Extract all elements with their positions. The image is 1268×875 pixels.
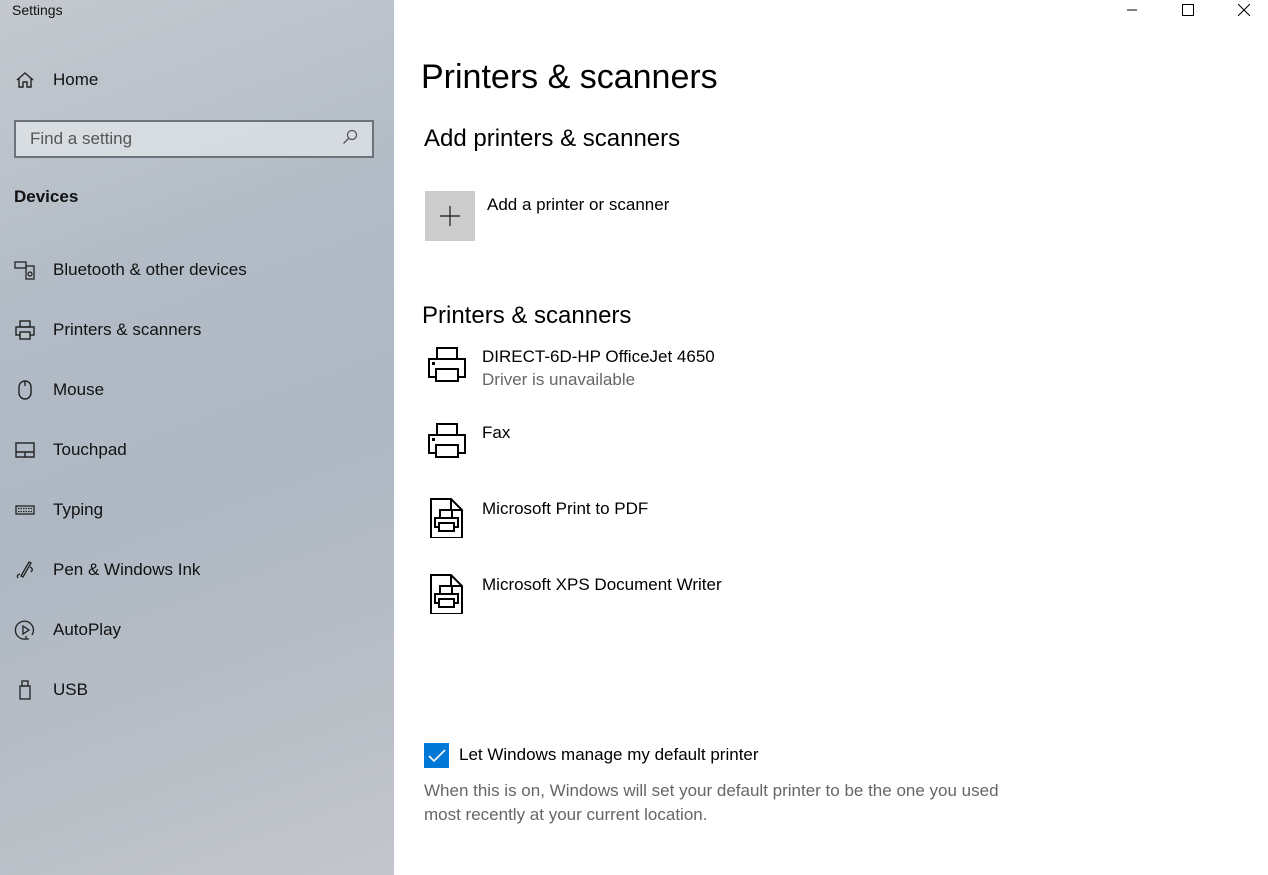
- add-printer-label[interactable]: Add a printer or scanner: [487, 195, 669, 215]
- sidebar-item-label: Touchpad: [53, 440, 127, 459]
- bluetooth-devices-icon: [14, 259, 36, 281]
- section-devices: Devices: [14, 187, 79, 206]
- search-input[interactable]: Find a setting: [14, 120, 374, 158]
- app-title: Settings: [12, 2, 63, 18]
- sidebar-item-pen[interactable]: Pen & Windows Ink: [14, 559, 200, 581]
- checkmark-icon: [427, 748, 446, 762]
- sidebar-item-label: Printers & scanners: [53, 320, 202, 339]
- sidebar-item-label: USB: [53, 680, 88, 699]
- close-button[interactable]: [1221, 0, 1267, 20]
- default-printer-description: When this is on, Windows will set your d…: [424, 781, 999, 824]
- device-item[interactable]: Fax: [425, 418, 510, 462]
- add-heading: Add printers & scanners: [424, 125, 681, 152]
- sidebar-item-printers[interactable]: Printers & scanners: [14, 319, 201, 341]
- printer-icon: [14, 319, 36, 341]
- sidebar-item-label: Bluetooth & other devices: [53, 260, 247, 279]
- device-name: Microsoft Print to PDF: [482, 499, 649, 518]
- usb-icon: [14, 679, 36, 701]
- sidebar-item-label: Typing: [53, 500, 104, 519]
- sidebar-item-typing[interactable]: Typing: [14, 499, 103, 521]
- device-status: Driver is unavailable: [482, 370, 636, 389]
- printer-icon: [425, 342, 469, 386]
- sidebar-item-label: Pen & Windows Ink: [53, 560, 201, 579]
- document-printer-icon: [425, 494, 469, 539]
- document-printer-icon: [425, 570, 469, 615]
- device-name: Fax: [482, 423, 511, 442]
- sidebar-item-mouse[interactable]: Mouse: [14, 379, 104, 401]
- sidebar-item-autoplay[interactable]: AutoPlay: [14, 619, 121, 641]
- add-printer-button[interactable]: [425, 191, 475, 241]
- device-item[interactable]: DIRECT-6D-HP OfficeJet 4650 Driver is una…: [425, 342, 715, 390]
- sidebar-item-usb[interactable]: USB: [14, 679, 88, 701]
- maximize-button[interactable]: [1165, 0, 1211, 20]
- device-name: DIRECT-6D-HP OfficeJet 4650: [482, 347, 715, 366]
- pen-icon: [14, 559, 36, 581]
- autoplay-icon: [14, 619, 36, 641]
- default-printer-checkbox[interactable]: [424, 743, 449, 768]
- nav-home[interactable]: Home: [14, 69, 98, 91]
- device-item[interactable]: Microsoft Print to PDF: [425, 494, 649, 539]
- search-icon: [342, 129, 358, 150]
- mouse-icon: [14, 379, 36, 401]
- sidebar-item-bluetooth[interactable]: Bluetooth & other devices: [14, 259, 247, 281]
- default-printer-label[interactable]: Let Windows manage my default printer: [459, 745, 759, 765]
- sidebar-item-touchpad[interactable]: Touchpad: [14, 439, 127, 461]
- search-placeholder: Find a setting: [30, 129, 133, 148]
- page-title: Printers & scanners: [421, 58, 718, 96]
- device-name: Microsoft XPS Document Writer: [482, 575, 722, 594]
- list-heading: Printers & scanners: [422, 302, 632, 329]
- sidebar-item-label: Mouse: [53, 380, 105, 399]
- home-icon: [14, 69, 36, 91]
- nav-home-label: Home: [53, 70, 99, 89]
- plus-icon: [440, 206, 460, 226]
- keyboard-icon: [14, 499, 36, 521]
- sidebar-item-label: AutoPlay: [53, 620, 122, 639]
- touchpad-icon: [14, 439, 36, 461]
- printer-icon: [425, 418, 469, 462]
- sidebar: Settings Home Find a setting Devices Blu…: [0, 0, 394, 875]
- minimize-button[interactable]: [1109, 0, 1155, 20]
- device-item[interactable]: Microsoft XPS Document Writer: [425, 570, 722, 615]
